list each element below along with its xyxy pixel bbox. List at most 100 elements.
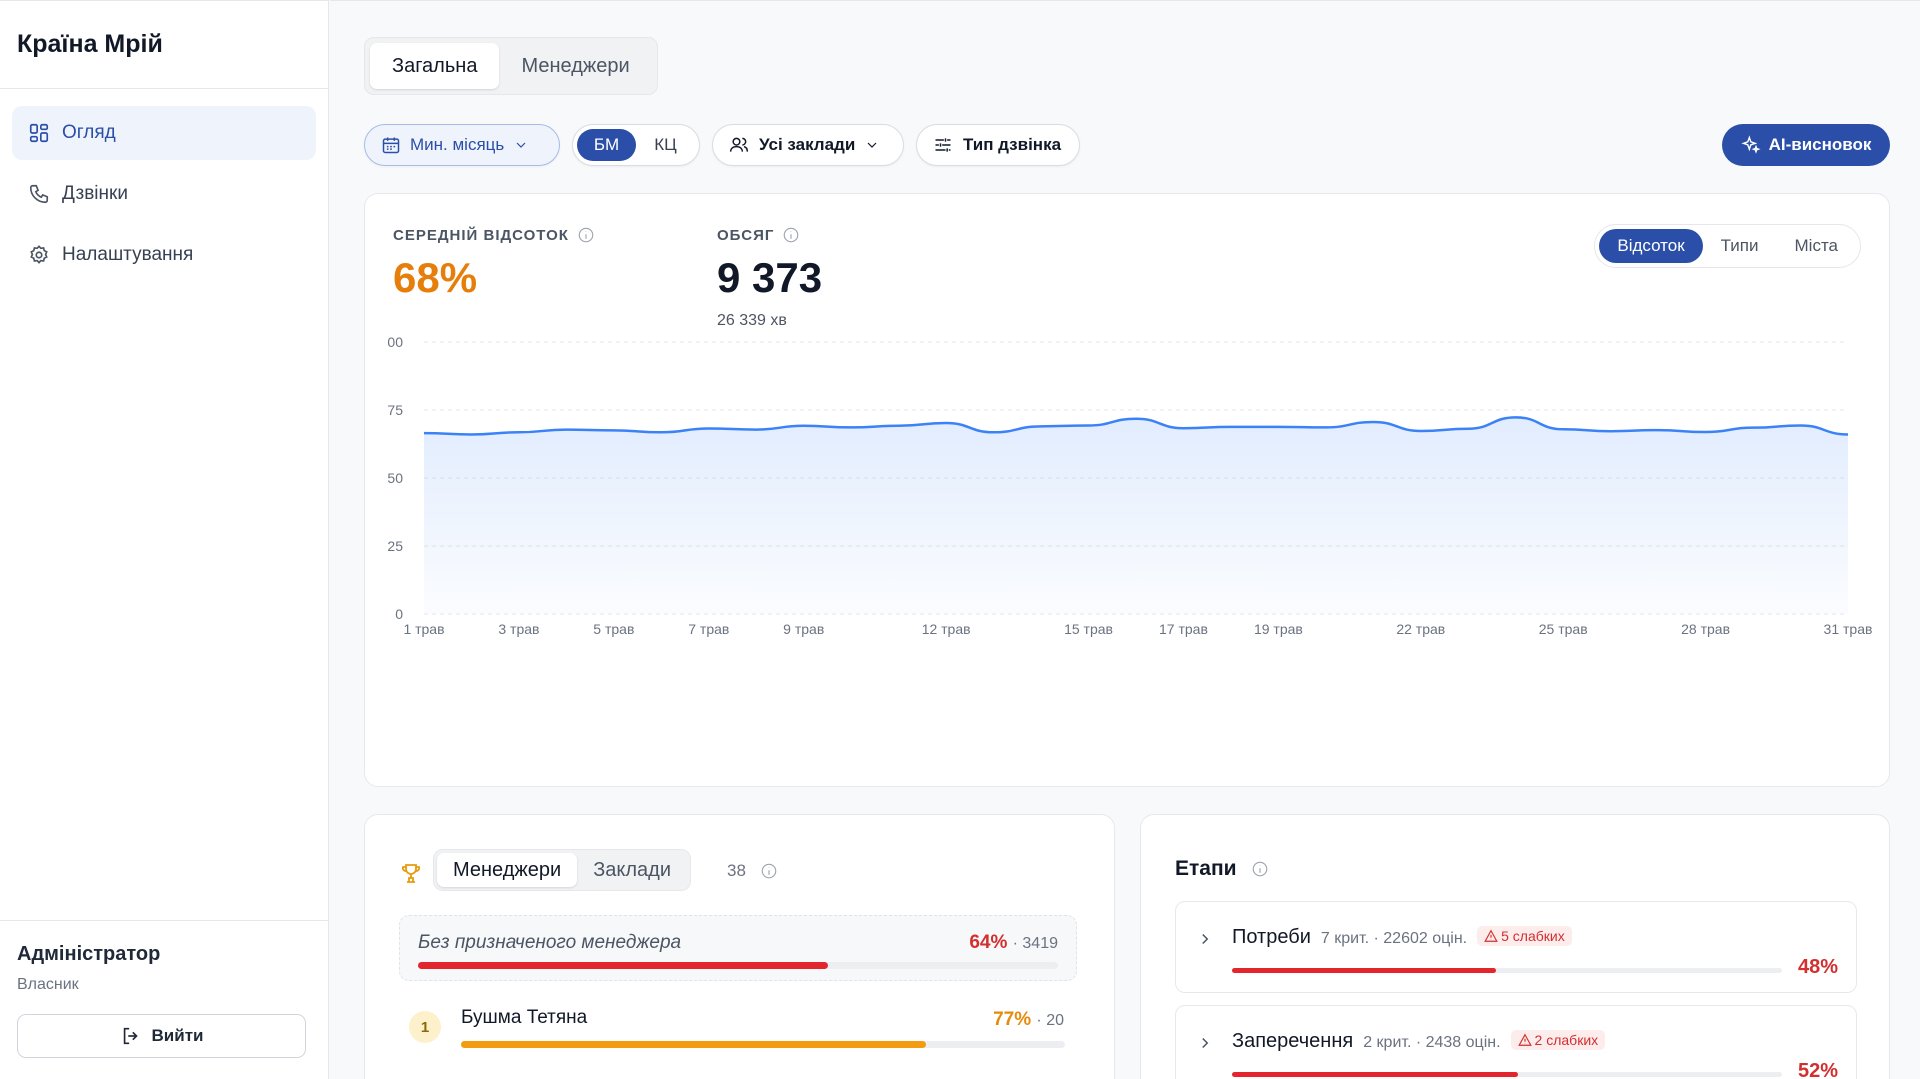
x-tick-label: 5 трав <box>593 621 634 637</box>
x-tick-label: 19 трав <box>1254 621 1303 637</box>
x-tick-label: 3 трав <box>498 621 539 637</box>
gear-icon <box>30 245 48 264</box>
logout-button[interactable]: Вийти <box>17 1014 306 1058</box>
volume-value: 9 373 <box>717 254 823 301</box>
stage-name-text: Заперечення <box>1232 1030 1354 1052</box>
overview-chart-card: СЕРЕДНІЙ ВІДСОТОК 68% ОБСЯГ 9 373 26 339… <box>364 193 1890 787</box>
manager-percent-value: 77% <box>993 1009 1032 1030</box>
tab-general[interactable]: Загальна <box>370 43 500 89</box>
ai-summary-button[interactable]: AI-висновок <box>1722 124 1890 166</box>
sidebar-item-label: Налаштування <box>62 244 194 265</box>
segment-bm[interactable]: БМ <box>577 129 636 161</box>
tab-types[interactable]: Типи <box>1703 229 1777 263</box>
warning-icon <box>1484 929 1498 942</box>
series-area <box>424 417 1848 614</box>
stage-percent: 52% <box>1797 1060 1838 1079</box>
avg-percent-label: СЕРЕДНІЙ ВІДСОТОК <box>393 226 595 244</box>
info-icon[interactable] <box>1251 860 1269 878</box>
brand-title: Країна Мрій <box>0 1 328 89</box>
places-select[interactable]: Усі заклади <box>712 124 904 166</box>
dashboard-icon <box>29 123 49 143</box>
x-tick-label: 7 трав <box>688 621 729 637</box>
manager-name[interactable]: Бушма Тетяна <box>461 1007 587 1029</box>
stages-card: Етапи Потреби 7 крит. · 22602 оцін. 5 слаб… <box>1140 814 1890 1079</box>
stage-name: Заперечення 2 крит. · 2438 оцін. 2 слабких <box>1232 1030 1606 1053</box>
stage-name-text: Потреби <box>1232 926 1311 948</box>
phone-icon <box>29 184 49 204</box>
sidebar-item-overview[interactable]: Огляд <box>12 106 316 160</box>
sidebar: Країна Мрій Огляд Дзвінки Налаштування А… <box>0 0 329 1079</box>
places-label: Усі заклади <box>759 135 856 154</box>
x-tick-label: 31 трав <box>1824 621 1873 637</box>
weak-badge-text: 2 слабких <box>1534 1032 1599 1048</box>
x-tick-label: 28 трав <box>1681 621 1730 637</box>
user-panel: Адміністратор Власник Вийти <box>0 920 328 1079</box>
sidebar-item-label: Дзвінки <box>62 183 128 204</box>
unassigned-percent-value: 64% <box>969 932 1008 953</box>
stage-bar-fill <box>1232 1072 1518 1077</box>
x-tick-label: 1 трав <box>403 621 444 637</box>
leaderboard-count: 38 <box>727 861 778 881</box>
unassigned-bar-fill <box>418 962 828 969</box>
tab-cities[interactable]: Міста <box>1777 229 1857 263</box>
ai-summary-label: AI-висновок <box>1768 135 1872 154</box>
tab-managers[interactable]: Менеджери <box>499 43 651 89</box>
leaderboard-tabs: Менеджери Заклади <box>433 849 692 891</box>
unassigned-percent: 64% · 3419 <box>969 932 1058 954</box>
info-icon[interactable] <box>782 226 800 244</box>
unassigned-name: Без призначеного менеджера <box>418 932 682 953</box>
trophy-icon <box>401 864 421 883</box>
y-tick-label: 0 <box>395 606 403 622</box>
stage-row[interactable]: Заперечення 2 крит. · 2438 оцін. 2 слабких… <box>1175 1005 1857 1079</box>
user-name: Адміністратор <box>17 943 161 965</box>
chevron-down-icon <box>867 142 877 148</box>
chevron-right-icon[interactable] <box>1196 1034 1214 1052</box>
tab-leader-managers[interactable]: Менеджери <box>437 853 578 887</box>
segment-kc[interactable]: КЦ <box>636 129 695 161</box>
call-type-filter[interactable]: Тип дзвінка <box>916 124 1080 166</box>
logout-icon <box>123 1027 138 1045</box>
info-icon[interactable] <box>760 862 778 880</box>
unassigned-count: · 3419 <box>1012 935 1058 952</box>
manager-count: · 20 <box>1036 1012 1064 1029</box>
stages-title: Етапи <box>1175 857 1269 881</box>
period-select[interactable]: Мин. місяць <box>364 124 560 166</box>
stage-meta: 2 крит. · 2438 оцін. <box>1363 1034 1501 1051</box>
stage-bar-fill <box>1232 968 1496 973</box>
y-tick-label: 25 <box>387 538 403 554</box>
segment-toggle: БМ КЦ <box>572 124 700 166</box>
x-tick-label: 12 трав <box>922 621 971 637</box>
users-icon <box>729 137 749 152</box>
manager-bar <box>461 1041 1065 1048</box>
weak-badge-text: 5 слабких <box>1501 928 1565 944</box>
view-tabs: Загальна Менеджери <box>364 37 658 95</box>
chart-mode-tabs: Відсоток Типи Міста <box>1594 224 1861 268</box>
percent-area-chart: 0 25 50 75 00 1 трав 3 трав 5 трав 7 трав 9 трав 1… <box>387 334 1873 637</box>
stage-meta: 7 крит. · 22602 оцін. <box>1320 930 1468 947</box>
x-tick-label: 25 трав <box>1539 621 1588 637</box>
tab-percent[interactable]: Відсоток <box>1599 229 1703 263</box>
stage-bar <box>1232 1072 1782 1077</box>
y-tick-label: 50 <box>387 470 403 486</box>
leaderboard-count-value: 38 <box>727 861 746 880</box>
leaderboard-card: Менеджери Заклади 38 Без призначеного ме… <box>364 814 1115 1079</box>
x-tick-label: 17 трав <box>1159 621 1208 637</box>
stage-percent: 48% <box>1797 956 1838 978</box>
chevron-right-icon[interactable] <box>1196 930 1214 948</box>
info-icon[interactable] <box>577 226 595 244</box>
chevron-down-icon <box>516 142 526 148</box>
y-tick-label: 00 <box>387 334 403 350</box>
volume-label-text: ОБСЯГ <box>717 226 775 244</box>
unassigned-row[interactable]: Без призначеного менеджера 64% · 3419 <box>399 915 1077 981</box>
sidebar-item-calls[interactable]: Дзвінки <box>12 167 316 221</box>
stage-row[interactable]: Потреби 7 крит. · 22602 оцін. 5 слабких 48… <box>1175 901 1857 993</box>
avg-percent-value: 68% <box>393 254 478 301</box>
logout-label: Вийти <box>151 1026 204 1045</box>
y-tick-label: 75 <box>387 402 403 418</box>
tab-leader-places[interactable]: Заклади <box>577 853 687 887</box>
manager-bar-fill <box>461 1041 927 1048</box>
calendar-icon <box>382 137 400 154</box>
sparkles-icon <box>1740 135 1761 154</box>
sliders-icon <box>935 138 951 152</box>
sidebar-item-settings[interactable]: Налаштування <box>12 228 316 282</box>
